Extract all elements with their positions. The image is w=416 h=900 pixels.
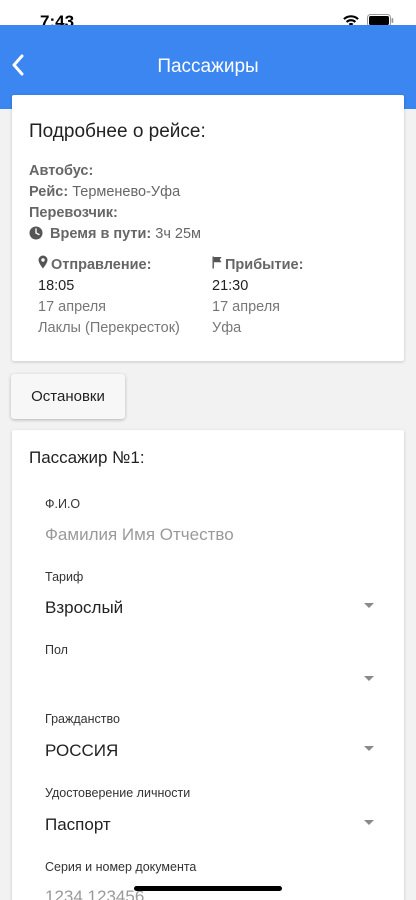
gender-select[interactable] <box>45 668 345 692</box>
tariff-dropdown-arrow-icon[interactable] <box>364 603 374 608</box>
arrival-label: Прибытие: <box>225 257 304 273</box>
gender-dropdown-arrow-icon[interactable] <box>364 676 374 681</box>
arrival-header: Прибытие: <box>212 255 303 276</box>
stops-button[interactable]: Остановки <box>11 374 125 419</box>
clock-icon <box>29 226 43 245</box>
arrival-place: Уфа <box>212 320 242 336</box>
id-document-field-label: Удостоверение личности <box>45 786 191 800</box>
doc-number-field[interactable]: 1234 123456 <box>45 887 144 900</box>
tariff-field-label: Тариф <box>45 570 84 584</box>
name-field-label: Ф.И.О <box>45 497 81 511</box>
bus-label: Автобус: <box>29 163 94 179</box>
departure-date: 17 апреля <box>38 299 107 315</box>
duration-label: Время в пути: <box>50 226 152 242</box>
citizenship-dropdown-arrow-icon[interactable] <box>364 746 374 751</box>
doc-number-field-label: Серия и номер документа <box>45 860 197 874</box>
departure-place: Лаклы (Перекресток) <box>38 320 180 336</box>
carrier-info: Перевозчик: <box>29 204 118 222</box>
map-pin-icon <box>38 255 48 276</box>
route-label: Рейс: <box>29 184 69 200</box>
trip-details-title: Подробнее о рейсе: <box>29 121 206 142</box>
departure-column: Отправление: 18:05 17 апреля Лаклы (Пере… <box>38 255 180 339</box>
citizenship-select[interactable]: РОССИЯ <box>45 741 118 761</box>
name-field[interactable]: Фамилия Имя Отчество <box>45 525 234 545</box>
home-indicator <box>134 886 282 891</box>
duration-info: Время в пути: 3ч 25м <box>29 225 201 245</box>
passenger-card: Пассажир №1: Ф.И.О Фамилия Имя Отчество … <box>12 430 404 900</box>
route-value: Терменево-Уфа <box>72 184 181 200</box>
flag-icon <box>212 255 222 276</box>
status-bar: 7:43 <box>0 0 416 31</box>
arrival-date: 17 апреля <box>212 299 281 315</box>
tariff-select[interactable]: Взрослый <box>45 598 123 618</box>
id-document-dropdown-arrow-icon[interactable] <box>364 820 374 825</box>
arrival-column: Прибытие: 21:30 17 апреля Уфа <box>212 255 303 339</box>
citizenship-field-label: Гражданство <box>45 712 120 726</box>
departure-label: Отправление: <box>51 257 152 273</box>
duration-value: 3ч 25м <box>155 226 202 242</box>
trip-details-card: Подробнее о рейсе: Автобус: Рейс: Термен… <box>12 95 404 361</box>
page-title: Пассажиры <box>157 56 259 77</box>
route-info: Рейс: Терменево-Уфа <box>29 183 180 201</box>
departure-time: 18:05 <box>38 278 75 294</box>
departure-header: Отправление: <box>38 255 180 276</box>
passenger-title: Пассажир №1: <box>29 448 145 467</box>
carrier-label: Перевозчик: <box>29 205 118 221</box>
arrival-time: 21:30 <box>212 278 249 294</box>
bus-info: Автобус: <box>29 162 93 180</box>
id-document-select[interactable]: Паспорт <box>45 815 111 835</box>
gender-field-label: Пол <box>45 643 68 657</box>
